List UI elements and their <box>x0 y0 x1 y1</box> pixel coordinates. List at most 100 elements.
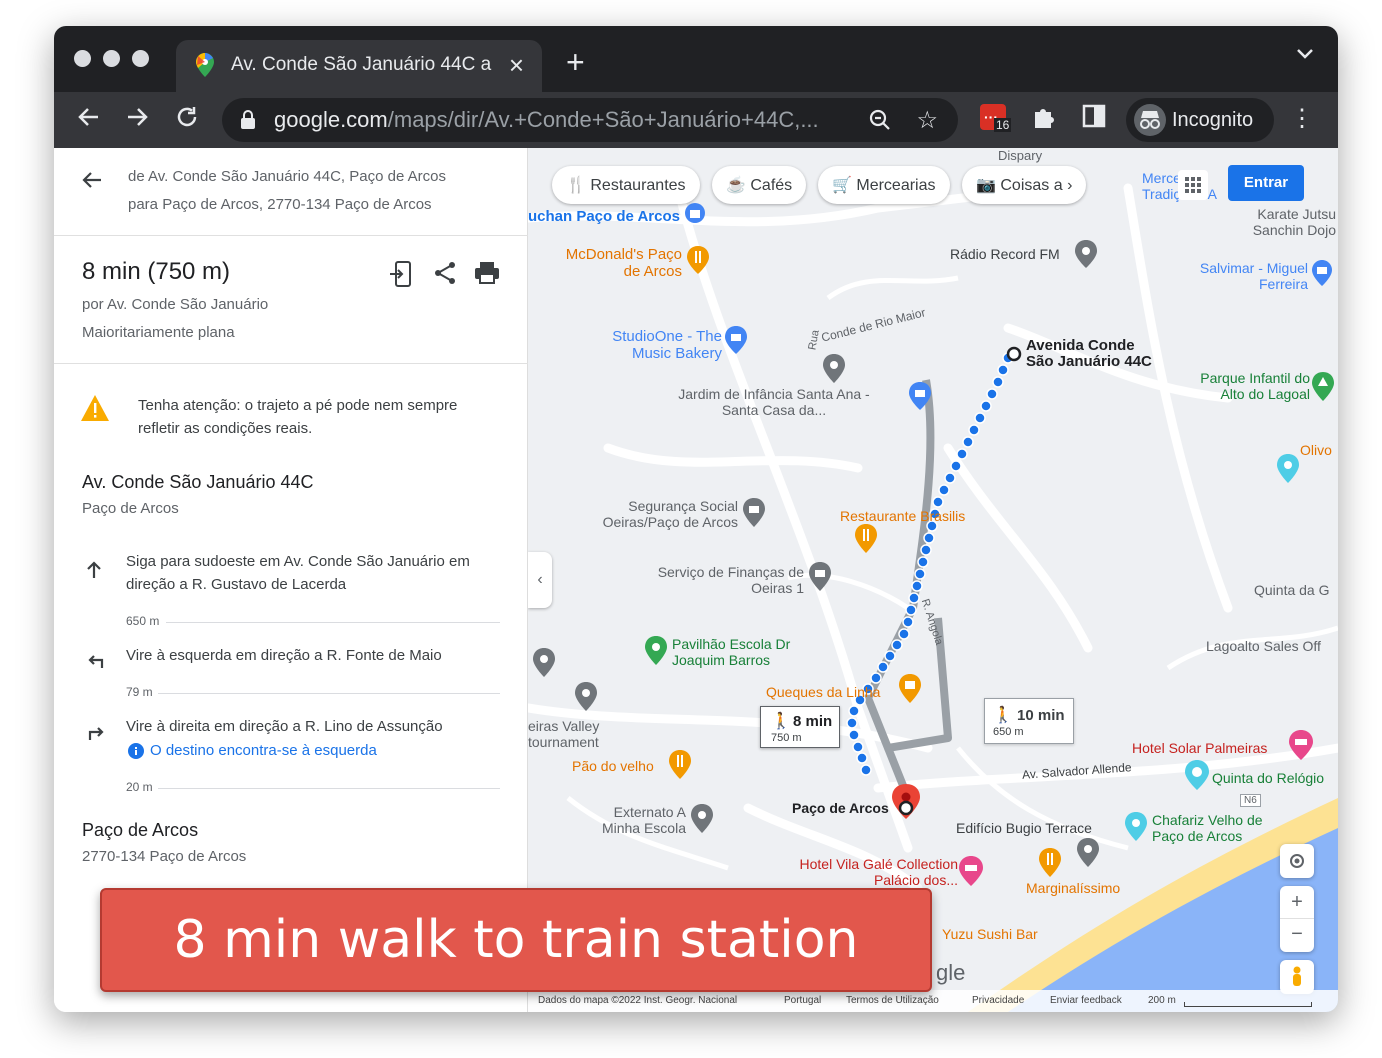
cafe-icon[interactable] <box>898 674 922 704</box>
map-label[interactable]: Karate Jutsu Sanchin Dojo <box>1216 206 1336 238</box>
chip-coisas[interactable]: 📷 Coisas a › <box>962 166 1087 204</box>
side-panel-icon[interactable] <box>1082 104 1106 128</box>
chip-cafes[interactable]: ☕ Cafés <box>712 166 807 204</box>
print-icon[interactable] <box>474 260 500 286</box>
extension-calendar-icon[interactable]: ··· 16 <box>980 104 1012 134</box>
restaurant-icon[interactable] <box>686 246 710 274</box>
origin-label[interactable]: Avenida Conde São Januário 44C <box>1026 338 1166 370</box>
restaurant-icon[interactable] <box>1038 848 1062 878</box>
puzzle-piece-icon[interactable] <box>1032 104 1056 130</box>
map-label[interactable]: McDonald's Paço de Arcos <box>562 246 682 280</box>
shopping-bag-icon[interactable] <box>908 382 932 410</box>
map-label[interactable]: uchan Paço de Arcos <box>528 208 680 225</box>
chip-mercearias[interactable]: 🛒 Mercearias <box>818 166 950 204</box>
school-icon[interactable] <box>644 636 668 666</box>
shopping-bag-icon[interactable] <box>1311 260 1333 288</box>
hotel-icon[interactable] <box>1288 730 1314 760</box>
walk-callout[interactable]: 🚶 8 min 750 m <box>760 706 840 748</box>
zoom-in-button[interactable]: + <box>1280 886 1314 919</box>
hotel-icon[interactable] <box>958 856 984 886</box>
map-canvas[interactable]: Dispary Mercearia Tradição - A Karate Ju… <box>528 148 1338 1012</box>
map-label[interactable]: Yuzu Sushi Bar <box>942 926 1038 942</box>
map-label[interactable]: Externato A Minha Escola <box>578 804 686 836</box>
map-label[interactable]: Pão do velho <box>572 758 654 774</box>
zoom-out-button[interactable]: − <box>1280 919 1314 952</box>
chip-restaurantes[interactable]: 🍴 Restaurantes <box>552 166 700 204</box>
restaurant-icon[interactable] <box>668 750 692 780</box>
step-1[interactable]: Siga para sudoeste em Av. Conde São Janu… <box>126 550 506 596</box>
back-arrow-icon[interactable] <box>80 168 104 192</box>
zoom-icon[interactable] <box>868 108 892 132</box>
shopping-bag-icon[interactable] <box>724 326 748 354</box>
park-icon[interactable] <box>1184 760 1210 790</box>
lock-icon[interactable] <box>240 110 256 130</box>
more-menu-icon[interactable]: ⋮ <box>1290 104 1314 133</box>
country-link[interactable]: Portugal <box>784 995 821 1006</box>
map-label[interactable]: Hotel Vila Galé Collection Palácio dos..… <box>780 856 959 888</box>
incognito-profile-button[interactable]: Incognito <box>1126 98 1274 142</box>
new-tab-button[interactable]: + <box>566 44 585 81</box>
map-label[interactable]: Edifício Bugio Terrace <box>956 820 1092 836</box>
origin-name[interactable]: Av. Conde São Januário 44C <box>82 472 314 493</box>
map-label[interactable]: Hotel Solar Palmeiras <box>1132 740 1267 756</box>
park-icon[interactable] <box>1124 812 1148 842</box>
location-pin-icon[interactable] <box>1076 838 1100 868</box>
my-location-button[interactable] <box>1280 844 1314 878</box>
map-label[interactable]: Chafariz Velho de Paço de Arcos <box>1152 812 1282 844</box>
map-label[interactable]: Restaurante Brasilis <box>840 508 965 524</box>
chevron-down-icon[interactable] <box>1296 48 1314 60</box>
map-label[interactable]: Olivo <box>1300 442 1332 458</box>
map-label[interactable]: Marginalíssimo <box>1026 880 1120 896</box>
park-icon[interactable] <box>1311 372 1335 402</box>
government-icon[interactable] <box>742 498 766 528</box>
map-label[interactable]: Serviço de Finanças de Oeiras 1 <box>646 564 804 596</box>
government-icon[interactable] <box>808 562 832 592</box>
map-label[interactable]: Queques da Linha <box>766 684 880 700</box>
share-icon[interactable] <box>432 260 458 286</box>
feedback-link[interactable]: Enviar feedback <box>1050 995 1122 1006</box>
route-origin[interactable]: de Av. Conde São Januário 44C, Paço de A… <box>128 168 446 185</box>
map-label[interactable]: StudioOne - The Music Bakery <box>602 328 722 362</box>
school-icon[interactable] <box>690 804 714 834</box>
alt-route-callout[interactable]: 🚶 10 min 650 m <box>984 698 1074 744</box>
map-label[interactable]: Pavilhão Escola Dr Joaquim Barros <box>672 636 822 668</box>
location-pin-icon[interactable] <box>822 354 846 384</box>
send-to-phone-icon[interactable] <box>390 260 414 288</box>
privacy-link[interactable]: Privacidade <box>972 995 1024 1006</box>
location-pin-icon[interactable] <box>1074 240 1098 268</box>
back-arrow-icon[interactable] <box>76 104 102 130</box>
forward-arrow-icon[interactable] <box>124 104 150 130</box>
map-label[interactable]: Quinta do Relógio <box>1212 770 1324 786</box>
park-icon[interactable] <box>532 648 556 678</box>
map-label[interactable]: Rádio Record FM <box>950 246 1060 262</box>
chip-label: Cafés <box>750 177 793 194</box>
minimize-window-button[interactable] <box>103 50 120 67</box>
restaurant-icon[interactable] <box>854 524 878 554</box>
reload-icon[interactable] <box>174 104 200 130</box>
street-view-button[interactable] <box>1280 960 1314 994</box>
address-bar[interactable]: google.com/maps/dir/Av.+Conde+São+Január… <box>222 98 958 142</box>
maximize-window-button[interactable] <box>132 50 149 67</box>
map-label[interactable]: Parque Infantil do Alto do Lagoal <box>1174 370 1310 402</box>
destination-name[interactable]: Paço de Arcos <box>82 820 198 841</box>
map-label[interactable]: Jardim de Infância Santa Ana - Santa Cas… <box>674 386 874 418</box>
collapse-panel-button[interactable]: ‹ <box>528 552 552 608</box>
route-destination[interactable]: para Paço de Arcos, 2770-134 Paço de Arc… <box>128 196 432 213</box>
shopping-bag-icon[interactable] <box>684 202 706 226</box>
sign-in-button[interactable]: Entrar <box>1228 165 1304 201</box>
map-label[interactable]: Salvimar - Miguel Ferreira <box>1188 260 1308 292</box>
url-text[interactable]: google.com/maps/dir/Av.+Conde+São+Január… <box>274 107 819 133</box>
map-label[interactable]: Segurança Social Oeiras/Paço de Arcos <box>578 498 738 530</box>
tab-maps[interactable]: Av. Conde São Januário 44C a × <box>176 40 542 92</box>
bookmark-star-icon[interactable]: ☆ <box>916 106 938 135</box>
close-tab-icon[interactable]: × <box>509 50 524 81</box>
destination-label[interactable]: Paço de Arcos <box>792 800 889 816</box>
step-2[interactable]: Vire à esquerda em direção a R. Fonte de… <box>126 644 506 667</box>
location-pin-icon[interactable] <box>574 682 598 712</box>
map-label[interactable]: eiras Valley tournament <box>528 718 618 750</box>
terms-link[interactable]: Termos de Utilização <box>846 995 939 1006</box>
close-window-button[interactable] <box>74 50 91 67</box>
apps-grid-icon[interactable] <box>1178 170 1208 200</box>
location-pin-icon[interactable] <box>1276 454 1300 484</box>
step-3[interactable]: Vire à direita em direção a R. Lino de A… <box>126 715 506 738</box>
